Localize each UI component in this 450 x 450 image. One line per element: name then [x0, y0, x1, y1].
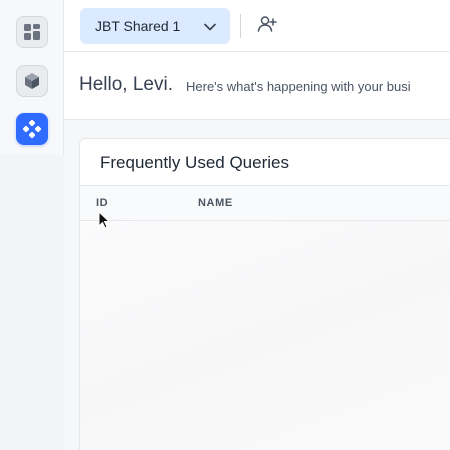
card-title: Frequently Used Queries: [100, 153, 289, 172]
rail-item-models[interactable]: [16, 65, 48, 97]
greeting-banner: Hello, Levi. Here's what's happening wit…: [64, 52, 450, 120]
table-body: [80, 221, 450, 450]
app-window: JBT Shared 1 Hello, Levi. Here's what's …: [0, 0, 450, 450]
column-header-name[interactable]: NAME: [198, 197, 233, 209]
cube-icon: [23, 72, 41, 90]
workspace-selector-button[interactable]: JBT Shared 1: [80, 8, 230, 44]
rail-item-dashboard[interactable]: [16, 16, 48, 48]
topbar-divider: [240, 14, 241, 38]
chevron-down-icon: [204, 18, 216, 34]
add-user-icon: [257, 15, 277, 38]
top-bar: JBT Shared 1: [64, 0, 450, 52]
table-header: ID NAME: [80, 185, 450, 221]
greeting-title: Hello, Levi.: [79, 74, 173, 95]
left-rail: [0, 0, 64, 450]
frequently-used-queries-card: Frequently Used Queries ID NAME: [79, 138, 450, 450]
column-header-id[interactable]: ID: [96, 197, 108, 209]
dashboard-grid-icon: [23, 23, 41, 41]
invite-user-button[interactable]: [254, 14, 280, 38]
diamond-app-icon: [22, 119, 42, 139]
rail-item-app-active[interactable]: [16, 113, 48, 145]
greeting-subtitle: Here's what's happening with your busi: [186, 79, 411, 94]
mouse-pointer-icon: [98, 210, 111, 229]
workspace-label: JBT Shared 1: [95, 18, 181, 34]
